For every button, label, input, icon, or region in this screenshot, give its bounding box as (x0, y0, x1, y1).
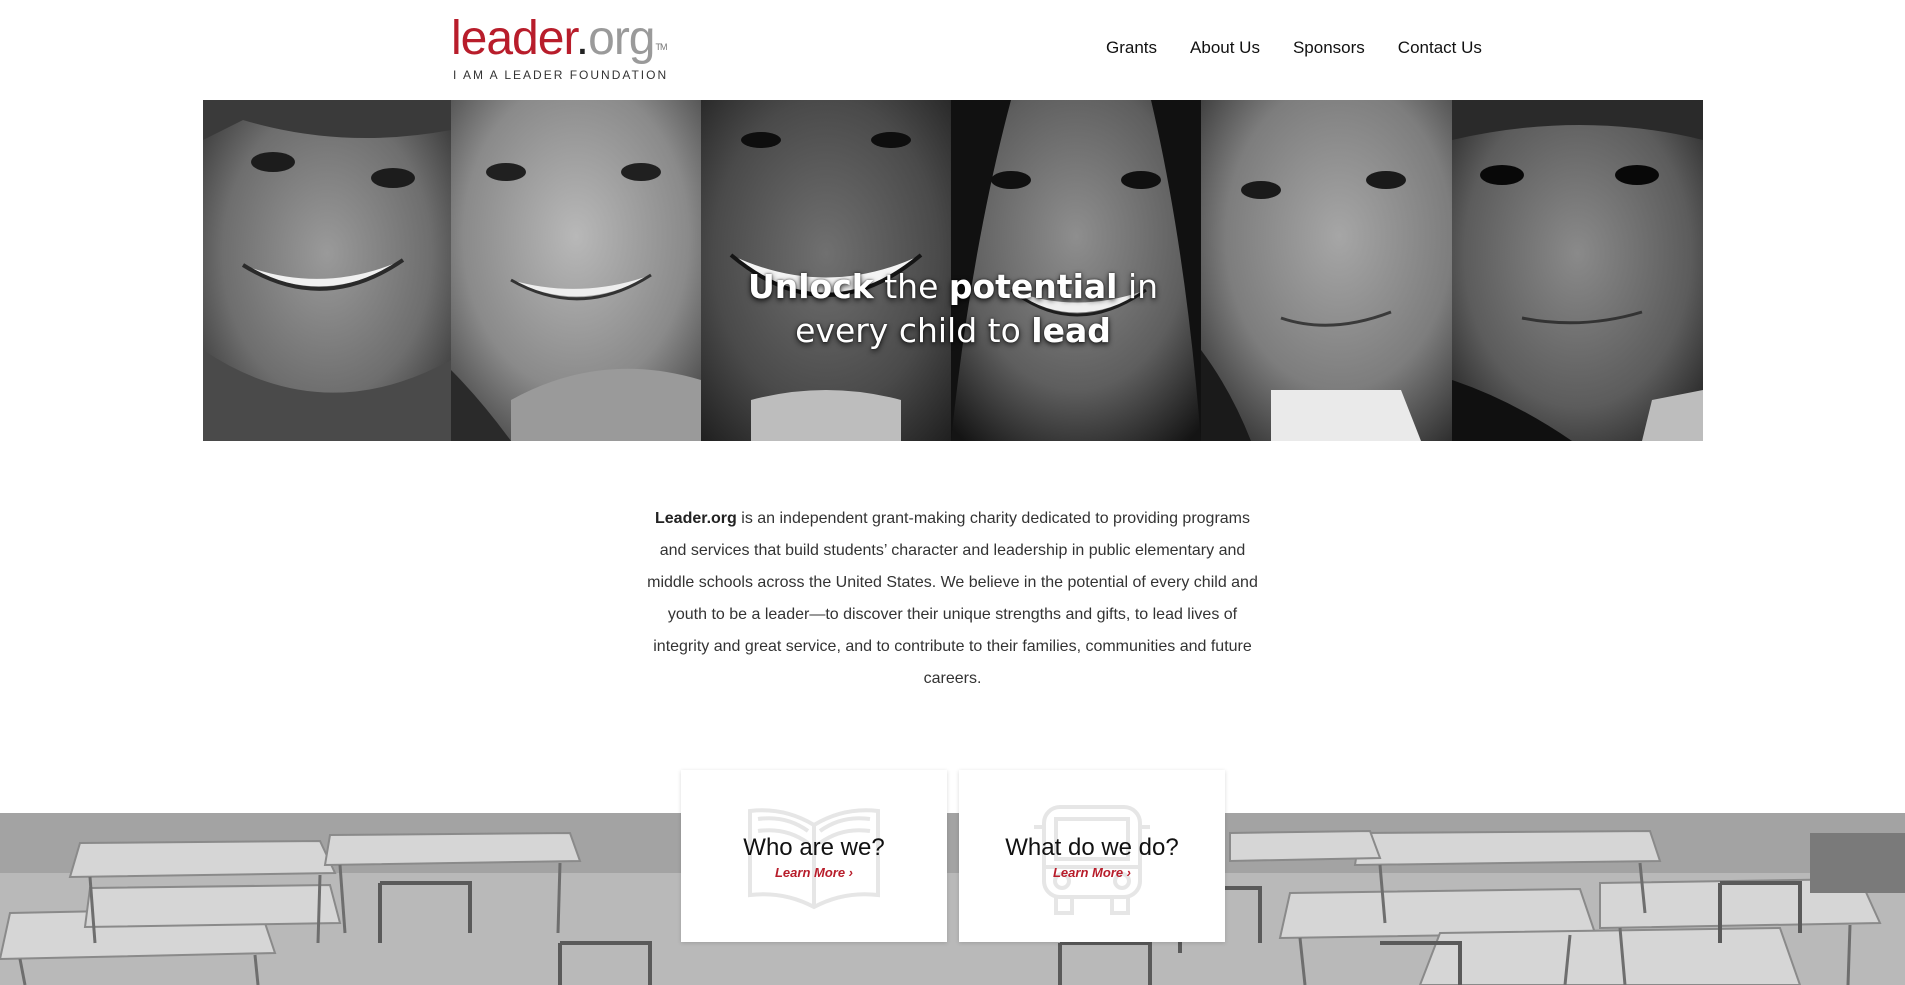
nav-sponsors[interactable]: Sponsors (1293, 38, 1365, 58)
hero-text-in: in (1117, 267, 1159, 306)
who-are-we-learn-more-link[interactable]: Learn More › (681, 865, 947, 880)
logo-leader: leader (451, 12, 577, 65)
logo-tagline: I AM A LEADER FOUNDATION (453, 68, 669, 82)
site-logo[interactable]: leader.orgTM I AM A LEADER FOUNDATION (451, 14, 681, 84)
hero-text-every-child: every child to (795, 311, 1032, 350)
nav-contact-us[interactable]: Contact Us (1398, 38, 1482, 58)
hero-headline: Unlock the potential in every child to l… (203, 265, 1703, 353)
hero-word-lead: lead (1031, 311, 1111, 350)
site-header: leader.orgTM I AM A LEADER FOUNDATION Gr… (0, 0, 1905, 100)
intro-paragraph: Leader.org is an independent grant-makin… (640, 503, 1265, 695)
hero-word-unlock: Unlock (747, 267, 874, 306)
what-do-we-do-card[interactable]: What do we do? Learn More › (959, 770, 1225, 942)
hero-line-1: Unlock the potential in (203, 265, 1703, 309)
who-are-we-title: Who are we? (743, 834, 885, 861)
classroom-background-image (0, 813, 1905, 985)
hero-banner: Unlock the potential in every child to l… (203, 100, 1703, 441)
nav-about-us[interactable]: About Us (1190, 38, 1260, 58)
main-nav: Grants About Us Sponsors Contact Us (1106, 38, 1482, 58)
intro-org-name: Leader.org (655, 510, 737, 527)
logo-trademark: TM (655, 42, 668, 52)
nav-grants[interactable]: Grants (1106, 38, 1157, 58)
hero-line-2: every child to lead (203, 309, 1703, 353)
logo-wordmark: leader.orgTM (451, 14, 681, 64)
who-are-we-card[interactable]: Who are we? Learn More › (681, 770, 947, 942)
logo-dot: . (575, 12, 589, 65)
what-do-we-do-learn-more-link[interactable]: Learn More › (959, 865, 1225, 880)
hero-word-potential: potential (948, 267, 1118, 306)
intro-text: is an independent grant-making charity d… (647, 510, 1258, 687)
logo-org: org (588, 12, 655, 65)
what-do-we-do-title: What do we do? (1005, 834, 1179, 861)
hero-text-the: the (873, 267, 949, 306)
